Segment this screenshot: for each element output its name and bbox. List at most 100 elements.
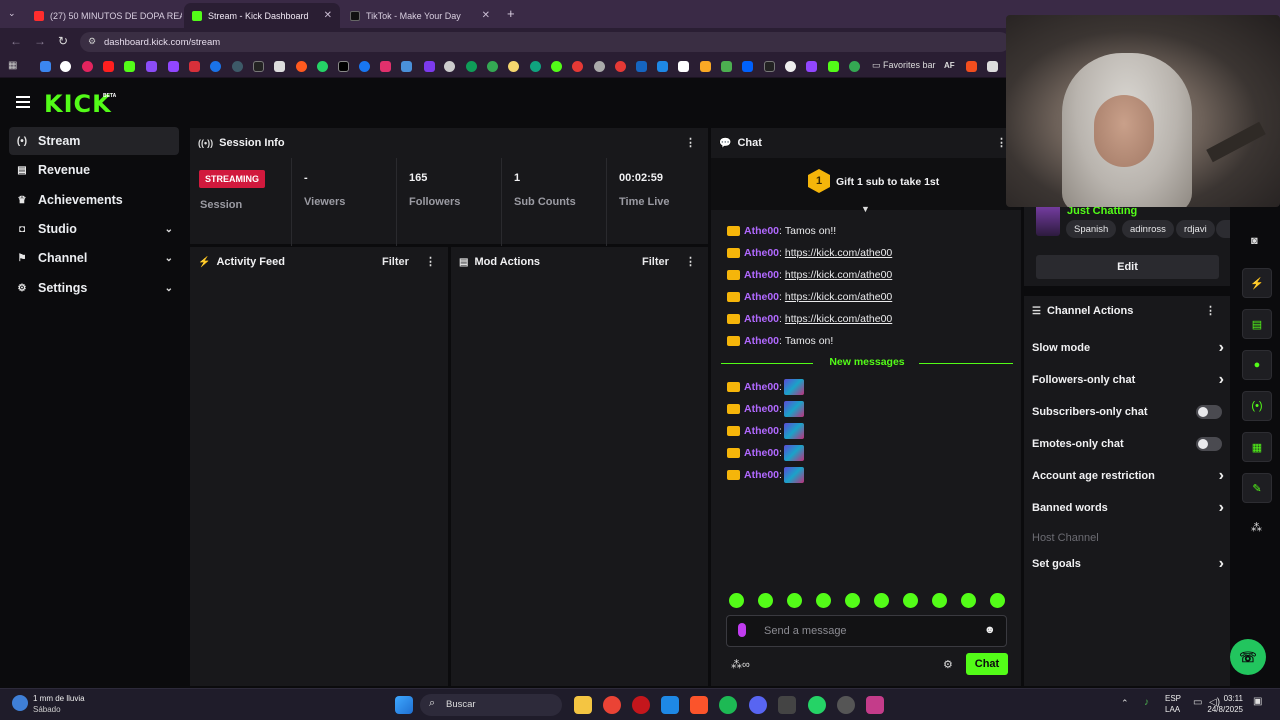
edit-stream-button[interactable]: Edit xyxy=(1036,255,1219,279)
sidebar-item-stream[interactable]: (•) Stream xyxy=(9,127,179,155)
app-icon[interactable] xyxy=(661,696,679,714)
channel-action-emotes-only-chat[interactable]: Emotes-only chat xyxy=(1032,432,1222,456)
language-indicator[interactable]: ESP xyxy=(1165,694,1181,703)
toggle-switch[interactable] xyxy=(1196,405,1222,419)
chat-username[interactable]: Athe00 xyxy=(744,269,779,281)
chat-username[interactable]: Athe00 xyxy=(744,247,779,259)
bookmark-icon[interactable] xyxy=(232,61,243,72)
close-icon[interactable]: ✕ xyxy=(324,10,332,21)
tab-youtube[interactable]: (27) 50 MINUTOS DE DOPA REACCIONA ✕ xyxy=(26,3,182,28)
quick-action-document-icon[interactable]: ▤ xyxy=(1242,309,1272,339)
chevron-down-icon[interactable]: ⌄ xyxy=(165,283,173,294)
taskbar-search[interactable]: ⌕ Buscar xyxy=(420,694,562,716)
chat-username[interactable]: Athe00 xyxy=(744,425,779,437)
chat-emote-image[interactable] xyxy=(783,445,804,461)
quick-action-broadcast-icon[interactable]: (•) xyxy=(1242,391,1272,421)
more-options-icon[interactable]: ⋮ xyxy=(685,136,696,149)
url-field[interactable]: ⚙ dashboard.kick.com/stream xyxy=(80,32,1010,52)
channel-action-account-age-restriction[interactable]: Account age restriction › xyxy=(1032,464,1224,488)
sidebar-item-studio[interactable]: ◘ Studio ⌄ xyxy=(9,215,179,243)
bookmark-icon[interactable] xyxy=(572,61,583,72)
quick-emote[interactable] xyxy=(758,593,773,608)
bookmark-icon[interactable] xyxy=(274,61,285,72)
quick-action-lightning-icon[interactable]: ⚡ xyxy=(1242,268,1272,298)
whatsapp-bookmark-icon[interactable] xyxy=(317,61,328,72)
filter-button[interactable]: Filter xyxy=(642,256,669,268)
chat-link[interactable]: https://kick.com/athe00 xyxy=(785,291,892,303)
system-tray-chevron-icon[interactable]: ⌃ xyxy=(1121,698,1129,709)
chat-username[interactable]: Athe00 xyxy=(744,381,779,393)
chevron-right-icon[interactable]: › xyxy=(1219,339,1224,357)
bookmark-icon[interactable] xyxy=(508,61,519,72)
bookmark-icon[interactable] xyxy=(82,61,93,72)
collapse-icon[interactable]: ▼ xyxy=(861,204,870,214)
figma-bookmark-icon[interactable] xyxy=(966,61,977,72)
support-chat-icon[interactable]: ☏ xyxy=(1230,639,1266,675)
bookmark-icon[interactable] xyxy=(594,61,605,72)
discord-icon[interactable] xyxy=(749,696,767,714)
channel-action-subscribers-only-chat[interactable]: Subscribers-only chat xyxy=(1032,400,1222,424)
chevron-down-icon[interactable]: ⌄ xyxy=(165,253,173,264)
tab-list-chevron-icon[interactable]: ⌄ xyxy=(8,8,16,19)
kicks-icon[interactable]: ⁂∞ xyxy=(731,658,750,671)
chat-username[interactable]: Athe00 xyxy=(744,447,779,459)
chat-username[interactable]: Athe00 xyxy=(744,313,779,325)
bookmark-icon[interactable] xyxy=(615,61,626,72)
tab-tiktok[interactable]: TikTok - Make Your Day ✕ xyxy=(342,3,498,28)
notifications-icon[interactable]: ▣ xyxy=(1253,696,1262,707)
channel-action-set-goals[interactable]: Set goals › xyxy=(1032,552,1224,576)
bookmark-icon[interactable] xyxy=(657,61,668,72)
weather-text[interactable]: 1 mm de lluvia xyxy=(33,694,85,703)
quick-action-wrench-icon[interactable]: ✎ xyxy=(1242,473,1272,503)
bookmark-icon[interactable] xyxy=(530,61,541,72)
more-options-icon[interactable]: ⋮ xyxy=(425,255,436,268)
chevron-down-icon[interactable]: ⌄ xyxy=(165,224,173,235)
filter-button[interactable]: Filter xyxy=(382,256,409,268)
bookmark-icon[interactable] xyxy=(296,61,307,72)
chat-emote-image[interactable] xyxy=(783,401,804,417)
channel-action-followers-only-chat[interactable]: Followers-only chat › xyxy=(1032,368,1224,392)
chat-username[interactable]: Athe00 xyxy=(744,225,779,237)
close-icon[interactable]: ✕ xyxy=(482,10,490,21)
bookmark-icon[interactable] xyxy=(828,61,839,72)
sidebar-item-channel[interactable]: ⚑ Channel ⌄ xyxy=(9,244,179,272)
send-chat-button[interactable]: Chat xyxy=(966,653,1008,675)
sidebar-item-revenue[interactable]: ▤ Revenue xyxy=(9,156,179,184)
youtube-bookmark-icon[interactable] xyxy=(103,61,114,72)
clock-time[interactable]: 03:11 xyxy=(1221,694,1243,703)
favorites-folder[interactable]: ▭ Favorites bar xyxy=(872,60,936,71)
kicks-icon[interactable]: ⁂ xyxy=(1251,521,1262,534)
sidebar-item-settings[interactable]: ⚙ Settings ⌄ xyxy=(9,274,179,302)
chevron-right-icon[interactable]: › xyxy=(1219,371,1224,389)
bookmark-icon[interactable] xyxy=(806,61,817,72)
bookmark-icon[interactable] xyxy=(678,61,689,72)
reload-icon[interactable]: ↻ xyxy=(58,34,68,48)
bookmark-af[interactable]: AF xyxy=(944,61,955,70)
twitch-bookmark-icon[interactable] xyxy=(168,61,179,72)
chat-link[interactable]: https://kick.com/athe00 xyxy=(785,269,892,281)
back-icon[interactable]: ← xyxy=(10,34,22,48)
quick-emote[interactable] xyxy=(903,593,918,608)
sidebar-item-achievements[interactable]: ♛ Achievements xyxy=(9,186,179,214)
bookmark-icon[interactable] xyxy=(721,61,732,72)
bookmark-icon[interactable] xyxy=(849,61,860,72)
category-thumbnail[interactable] xyxy=(1036,204,1060,236)
bookmark-icon[interactable] xyxy=(764,61,775,72)
facebook-bookmark-icon[interactable] xyxy=(359,61,370,72)
toggle-switch[interactable] xyxy=(1196,437,1222,451)
bookmark-icon[interactable] xyxy=(636,61,647,72)
bookmark-icon[interactable] xyxy=(146,61,157,72)
forward-icon[interactable]: → xyxy=(34,34,46,48)
quick-emote[interactable] xyxy=(787,593,802,608)
bookmark-icon[interactable] xyxy=(987,61,998,72)
chat-emote-image[interactable] xyxy=(783,423,804,439)
kick-bookmark-icon[interactable] xyxy=(124,61,135,72)
stream-tag[interactable]: rdjavi xyxy=(1176,220,1215,238)
stream-tag-overflow[interactable] xyxy=(1216,220,1230,238)
chat-link[interactable]: https://kick.com/athe00 xyxy=(785,247,892,259)
channel-action-slow-mode[interactable]: Slow mode › xyxy=(1032,336,1224,360)
bookmark-icon[interactable] xyxy=(444,61,455,72)
quick-emote[interactable] xyxy=(845,593,860,608)
file-explorer-icon[interactable] xyxy=(574,696,592,714)
quick-emote[interactable] xyxy=(729,593,744,608)
